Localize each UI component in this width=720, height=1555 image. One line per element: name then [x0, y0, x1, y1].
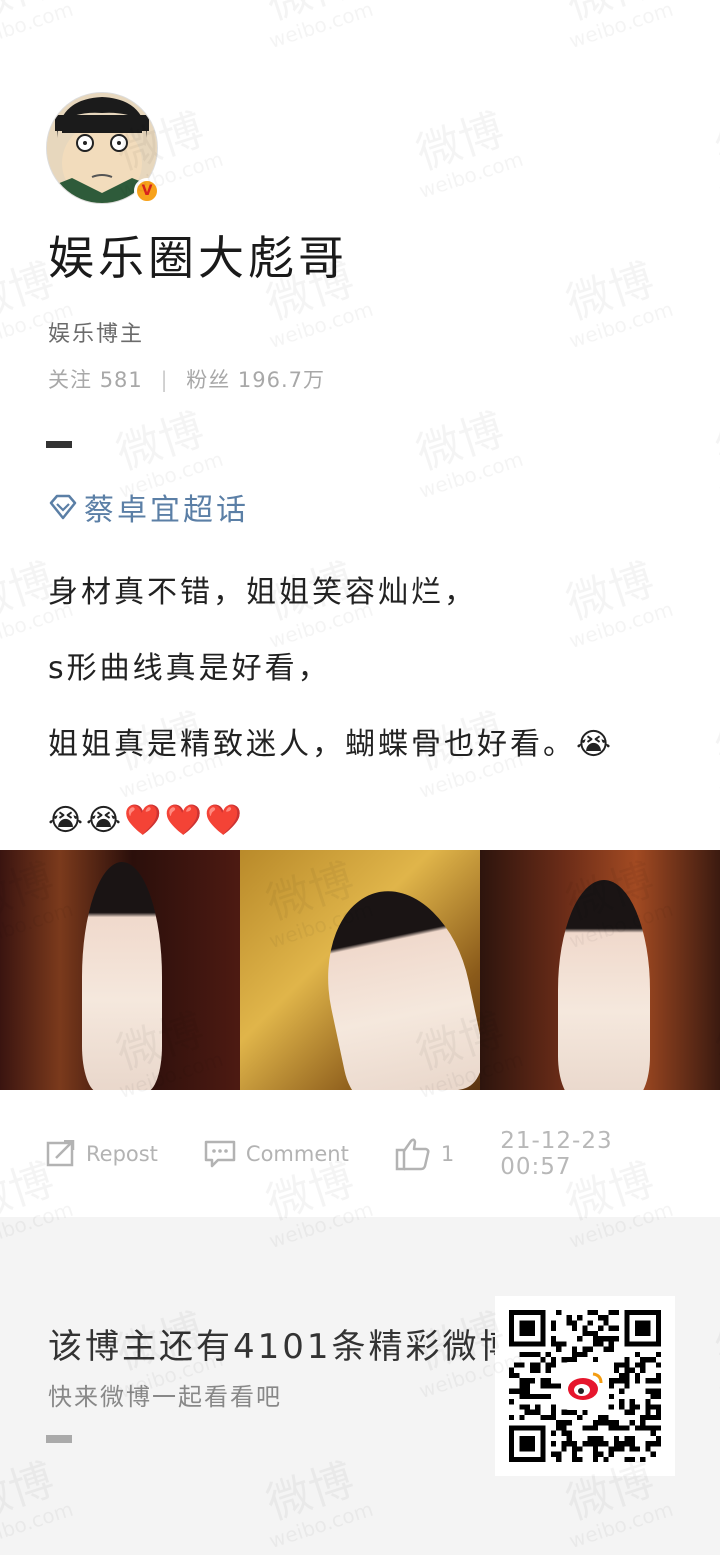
like-button[interactable]: 1 [395, 1137, 454, 1171]
promo-divider [46, 1435, 72, 1443]
post-line: 身材真不错，姐姐笑容灿烂， [48, 575, 477, 610]
watermark-mark: 微博weibo.com [0, 0, 76, 53]
repost-label: Repost [86, 1142, 158, 1166]
repost-button[interactable]: Repost [46, 1140, 158, 1168]
weibo-logo-icon [561, 1362, 609, 1410]
post-photo[interactable] [240, 850, 480, 1090]
topic-label: 蔡卓宜超话 [84, 493, 249, 528]
watermark-mark: 微博weibo.com [402, 404, 526, 503]
post-line: s形曲线真是好看， [48, 651, 331, 686]
promo-footer: 该博主还有4101条精彩微博 快来微博一起看看吧 [0, 1217, 720, 1555]
profile-role: 娱乐博主 [48, 322, 145, 347]
profile-name[interactable]: 娱乐圈大彪哥 [48, 222, 348, 288]
photo-grid [0, 850, 720, 1090]
like-count: 1 [440, 1142, 455, 1166]
verified-badge-icon: V [134, 178, 160, 204]
action-bar: Repost Comment 1 21-12-23 00:57 [46, 1128, 676, 1180]
post-timestamp: 21-12-23 00:57 [500, 1128, 613, 1180]
profile-stats: 关注 581 | 粉丝 196.7万 [48, 364, 325, 394]
comment-label: Comment [245, 1142, 349, 1166]
avatar[interactable]: V [46, 92, 160, 204]
watermark-mark: 微博weibo.com [702, 404, 720, 503]
emoji-line: 😭😭❤️❤️❤️ [48, 803, 246, 838]
post-line: 姐姐真是精致迷人，蝴蝶骨也好看。😭 [48, 727, 615, 762]
promo-subtitle: 快来微博一起看看吧 [48, 1383, 282, 1411]
followers-label: 粉丝 [186, 368, 231, 392]
post-photo[interactable] [480, 850, 720, 1090]
watermark-mark: 微博weibo.com [702, 704, 720, 803]
repost-icon [46, 1140, 75, 1167]
super-topic-icon [49, 494, 77, 520]
stats-divider: | [160, 368, 169, 392]
following-label: 关注 [48, 368, 92, 392]
comment-button[interactable]: Comment [204, 1140, 349, 1168]
watermark-mark: 微博weibo.com [402, 104, 526, 203]
watermark-mark: 微博weibo.com [552, 0, 676, 53]
watermark-mark: 微博weibo.com [252, 0, 376, 53]
post-body: 身材真不错，姐姐笑容灿烂， s形曲线真是好看， 姐姐真是精致迷人，蝴蝶骨也好看。… [48, 555, 680, 859]
promo-title: 该博主还有4101条精彩微博 [48, 1327, 517, 1367]
comment-icon [204, 1140, 236, 1168]
qr-code[interactable] [495, 1296, 675, 1476]
followers-count[interactable]: 196.7万 [238, 368, 325, 392]
section-divider [46, 441, 72, 448]
watermark-mark: 微博weibo.com [552, 254, 676, 353]
following-count[interactable]: 581 [100, 368, 143, 392]
thumbs-up-icon [395, 1138, 430, 1171]
watermark-mark: 微博weibo.com [702, 104, 720, 203]
topic-link[interactable]: 蔡卓宜超话 [48, 485, 249, 529]
post-photo[interactable] [0, 850, 240, 1090]
